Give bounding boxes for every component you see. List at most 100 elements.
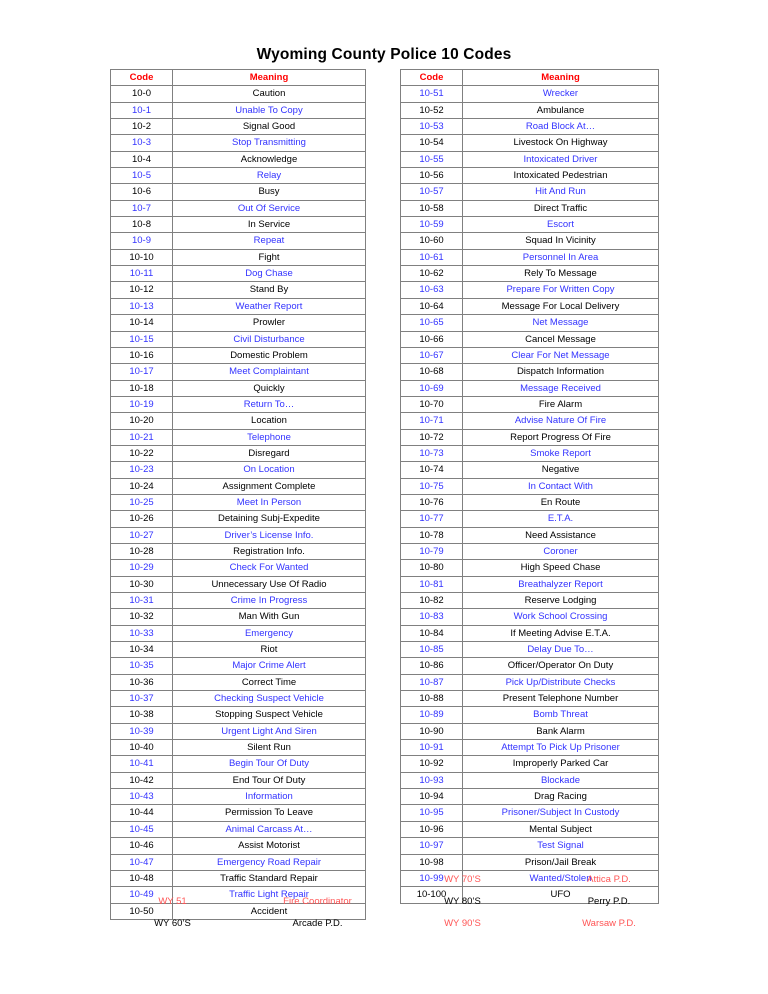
table-row: 10-65 Net Message	[400, 314, 659, 332]
table-row: 10-27 Driver’s License Info.	[110, 526, 366, 544]
cell-code: 10-83	[400, 608, 463, 626]
table-row: 10-68 Dispatch Information	[400, 363, 659, 381]
table-row: 10-29 Check For Wanted	[110, 559, 366, 577]
cell-code: 10-32	[110, 608, 173, 626]
table-row: 10-2 Signal Good	[110, 118, 366, 136]
cell-meaning: Assist Motorist	[172, 837, 366, 855]
cell-meaning: Relay	[172, 167, 366, 185]
cell-code: 10-90	[400, 722, 463, 741]
cell-meaning: On Location	[172, 461, 366, 479]
cell-code: 10-34	[110, 641, 173, 659]
cell-code: 10-93	[400, 771, 463, 790]
table-row: 10-70 Fire Alarm	[400, 395, 659, 414]
cell-meaning: Weather Report	[172, 297, 366, 316]
cell-code: 10-6	[110, 183, 173, 201]
table-row: 10-67 Clear For Net Message	[400, 346, 659, 365]
table-row: 10-32 Man With Gun	[110, 608, 366, 626]
table-row: 10-23 On Location	[110, 461, 366, 479]
cell-meaning: Mental Subject	[462, 820, 659, 839]
cell-code: 10-87	[400, 673, 463, 692]
agency-code: WY 51	[158, 896, 187, 907]
table-row: 10-62 Rely To Message	[400, 265, 659, 283]
cell-meaning: In Contact With	[462, 477, 659, 495]
cell-meaning: Civil Disturbance	[172, 330, 366, 348]
agency-name: Arcade P.D.	[292, 918, 343, 929]
table-row: 10-22 Disregard	[110, 444, 366, 463]
cell-code: 10-84	[400, 624, 463, 643]
table-body-right: 10-51 Wrecker 10-52 Ambulance 10-53 Road Bloc…	[400, 85, 659, 904]
cell-meaning: Assignment Complete	[172, 477, 366, 495]
cell-meaning: Pick Up/Distribute Checks	[462, 673, 659, 692]
column-header-code: Code	[400, 68, 463, 87]
table-row: 10-90 Bank Alarm	[400, 722, 659, 741]
cell-meaning: Out Of Service	[172, 199, 366, 218]
cell-meaning: Livestock On Highway	[462, 134, 659, 152]
cell-code: 10-74	[400, 461, 463, 479]
table-row: 10-60 Squad In Vicinity	[400, 232, 659, 250]
table-row: 10-94 Drag Racing	[400, 788, 659, 806]
table-row: 10-81 Breathalyzer Report	[400, 575, 659, 594]
table-row: 10-76 En Route	[400, 493, 659, 512]
cell-code: 10-47	[110, 853, 173, 871]
cell-code: 10-85	[400, 641, 463, 659]
cell-meaning: Bomb Threat	[462, 706, 659, 724]
table-row: 10-97 Test Signal	[400, 837, 659, 855]
table-row: 10-31 Crime In Progress	[110, 591, 366, 610]
cell-code: 10-57	[400, 183, 463, 201]
cell-code: 10-30	[110, 575, 173, 594]
cell-code: 10-63	[400, 281, 463, 299]
cell-code: 10-18	[110, 379, 173, 397]
table-row: 10-1 Unable To Copy	[110, 101, 366, 120]
cell-meaning: Return To…	[172, 395, 366, 414]
agency-codes-left: WY 51 Fire Coordinator WY 60’S Arcade P.D.	[110, 891, 400, 935]
cell-meaning: Net Message	[462, 314, 659, 332]
cell-code: 10-92	[400, 755, 463, 773]
cell-code: 10-4	[110, 150, 173, 169]
table-row: 10-73 Smoke Report	[400, 444, 659, 463]
cell-meaning: Permission To Leave	[172, 804, 366, 822]
cell-meaning: Dispatch Information	[462, 363, 659, 381]
cell-meaning: Message Received	[462, 379, 659, 397]
table-row: 10-98 Prison/Jail Break	[400, 853, 659, 871]
cell-meaning: Reserve Lodging	[462, 591, 659, 610]
cell-meaning: Busy	[172, 183, 366, 201]
cell-meaning: Prowler	[172, 314, 366, 332]
cell-code: 10-5	[110, 167, 173, 185]
cell-code: 10-70	[400, 395, 463, 414]
cell-code: 10-12	[110, 281, 173, 299]
table-row: 10-26 Detaining Subj-Expedite	[110, 510, 366, 528]
cell-code: 10-24	[110, 477, 173, 495]
ten-codes-table-left: Code Meaning 10-0 Caution 10-1 Unable To Co…	[110, 68, 366, 920]
cell-code: 10-98	[400, 853, 463, 871]
cell-code: 10-89	[400, 706, 463, 724]
cell-meaning: Improperly Parked Car	[462, 755, 659, 773]
cell-code: 10-37	[110, 690, 173, 708]
cell-code: 10-22	[110, 444, 173, 463]
table-row: 10-88 Present Telephone Number	[400, 690, 659, 708]
column-header-code: Code	[110, 68, 173, 87]
cell-code: 10-58	[400, 199, 463, 218]
table-row: 10-7 Out Of Service	[110, 199, 366, 218]
cell-code: 10-0	[110, 85, 173, 103]
cell-code: 10-78	[400, 526, 463, 544]
cell-code: 10-21	[110, 428, 173, 446]
cell-meaning: Prison/Jail Break	[462, 853, 659, 871]
cell-meaning: Direct Traffic	[462, 199, 659, 218]
cell-meaning: Report Progress Of Fire	[462, 428, 659, 446]
cell-meaning: Animal Carcass At…	[172, 820, 366, 839]
cell-meaning: Need Assistance	[462, 526, 659, 544]
cell-code: 10-3	[110, 134, 173, 152]
table-row: 10-43 Information	[110, 788, 366, 806]
cell-code: 10-45	[110, 820, 173, 839]
cell-code: 10-2	[110, 118, 173, 136]
cell-code: 10-66	[400, 330, 463, 348]
cell-meaning: Begin Tour Of Duty	[172, 755, 366, 773]
cell-code: 10-29	[110, 559, 173, 577]
table-row: 10-96 Mental Subject	[400, 820, 659, 839]
cell-meaning: Crime In Progress	[172, 591, 366, 610]
table-row: 10-3 Stop Transmitting	[110, 134, 366, 152]
cell-code: 10-9	[110, 232, 173, 250]
ten-codes-table-right: Code Meaning 10-51 Wrecker 10-52 Ambulance 1…	[400, 68, 659, 904]
cell-meaning: Intoxicated Pedestrian	[462, 167, 659, 185]
agency-code: WY 90’S	[444, 918, 481, 929]
